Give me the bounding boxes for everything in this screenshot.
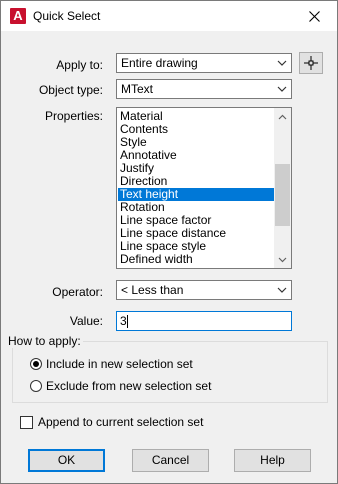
ok-button[interactable]: OK [28, 449, 105, 472]
properties-scrollbar[interactable] [274, 108, 291, 268]
crosshair-pick-icon [304, 56, 318, 70]
operator-label: Operator: [52, 285, 103, 299]
object-type-value: MText [121, 82, 154, 96]
how-to-apply-title: How to apply: [6, 334, 83, 348]
list-item[interactable]: Defined width [118, 253, 277, 266]
properties-label: Properties: [44, 109, 103, 123]
value-input[interactable]: 3 [116, 311, 292, 331]
cancel-button[interactable]: Cancel [132, 449, 209, 472]
apply-to-value: Entire drawing [121, 56, 198, 70]
select-objects-button[interactable] [299, 52, 323, 74]
close-icon [308, 10, 320, 22]
chevron-down-icon [277, 60, 287, 66]
scroll-up-button[interactable] [274, 108, 291, 125]
operator-dropdown[interactable]: < Less than [116, 280, 292, 300]
value-text: 3 [120, 314, 127, 328]
include-radio[interactable] [30, 358, 42, 370]
window-title: Quick Select [33, 9, 101, 23]
chevron-down-icon [277, 86, 287, 92]
chevron-down-icon [278, 257, 287, 262]
how-to-apply-group [12, 341, 328, 403]
value-label: Value: [69, 314, 103, 328]
exclude-radio[interactable] [30, 380, 42, 392]
scroll-down-button[interactable] [274, 251, 291, 268]
exclude-label[interactable]: Exclude from new selection set [46, 379, 211, 393]
append-label[interactable]: Append to current selection set [38, 415, 203, 429]
apply-to-dropdown[interactable]: Entire drawing [116, 53, 292, 73]
object-type-label: Object type: [38, 83, 103, 97]
text-caret [126, 315, 128, 329]
apply-to-label: Apply to: [56, 58, 103, 72]
chevron-down-icon [277, 287, 287, 293]
chevron-up-icon [278, 114, 287, 119]
radio-selected-dot [33, 361, 39, 367]
help-button[interactable]: Help [234, 449, 311, 472]
title-bar: A Quick Select [1, 1, 337, 31]
properties-list[interactable]: Material Contents Style Annotative Justi… [116, 107, 292, 269]
autocad-app-icon: A [10, 8, 26, 24]
object-type-dropdown[interactable]: MText [116, 79, 292, 99]
quick-select-dialog: A Quick Select Apply to: Entire drawing … [0, 0, 338, 484]
operator-value: < Less than [121, 283, 184, 297]
close-button[interactable] [291, 1, 337, 31]
include-label[interactable]: Include in new selection set [46, 357, 193, 371]
scroll-thumb[interactable] [275, 164, 290, 226]
append-checkbox[interactable] [20, 416, 33, 429]
